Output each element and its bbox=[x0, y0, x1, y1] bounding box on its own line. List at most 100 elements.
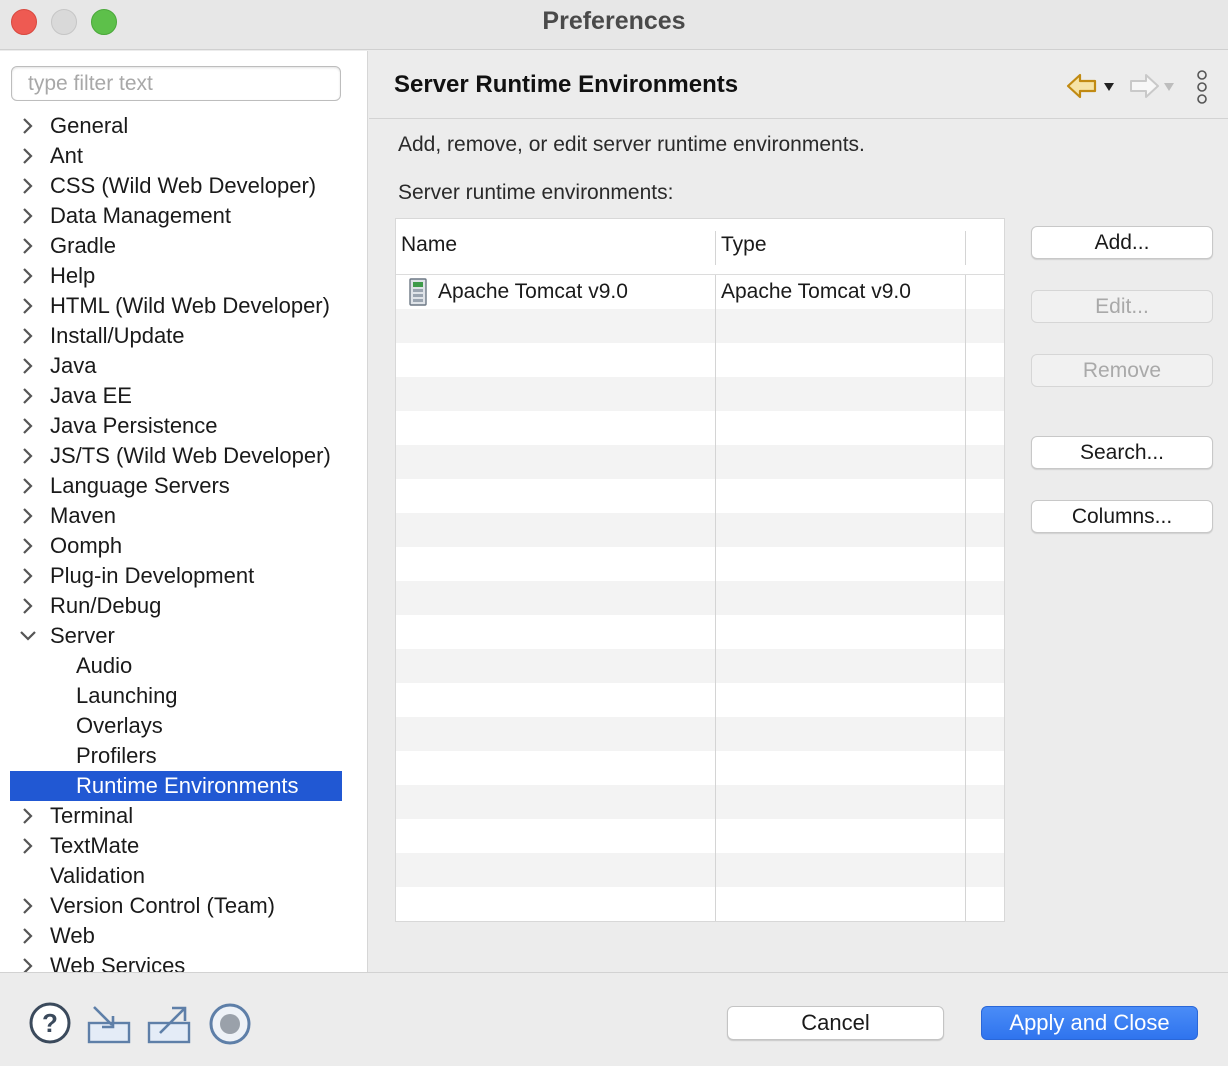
tree-item-data-management[interactable]: Data Management bbox=[0, 201, 343, 231]
tree-item-label: Java EE bbox=[50, 383, 132, 408]
tree-item-validation[interactable]: Validation bbox=[0, 861, 343, 891]
filter-input[interactable] bbox=[11, 66, 341, 101]
chevron-right-icon[interactable] bbox=[18, 831, 38, 861]
chevron-right-icon[interactable] bbox=[18, 591, 38, 621]
tree-item-overlays[interactable]: Overlays bbox=[0, 711, 343, 741]
more-options-icon[interactable] bbox=[1195, 70, 1209, 104]
chevron-right-icon[interactable] bbox=[18, 891, 38, 921]
preferences-tree: General Ant CSS (Wild Web Developer) Data M… bbox=[0, 111, 367, 972]
back-history-dropdown-icon[interactable] bbox=[1103, 82, 1115, 92]
chevron-right-icon[interactable] bbox=[18, 561, 38, 591]
tree-item-terminal[interactable]: Terminal bbox=[0, 801, 343, 831]
table-row bbox=[396, 547, 1004, 581]
chevron-right-icon[interactable] bbox=[18, 411, 38, 441]
tree-item-java-persistence[interactable]: Java Persistence bbox=[0, 411, 343, 441]
column-divider[interactable] bbox=[715, 231, 716, 265]
back-arrow-icon[interactable] bbox=[1066, 71, 1100, 101]
table-row bbox=[396, 411, 1004, 445]
table-row bbox=[396, 649, 1004, 683]
tree-item-server[interactable]: Server bbox=[0, 621, 343, 651]
chevron-right-icon[interactable] bbox=[18, 291, 38, 321]
table-row bbox=[396, 683, 1004, 717]
tree-item-profilers[interactable]: Profilers bbox=[0, 741, 343, 771]
chevron-right-icon[interactable] bbox=[18, 261, 38, 291]
tree-item-web-services[interactable]: Web Services bbox=[0, 951, 343, 972]
chevron-down-icon[interactable] bbox=[18, 621, 38, 651]
chevron-right-icon[interactable] bbox=[18, 351, 38, 381]
table-row bbox=[396, 887, 1004, 921]
tree-item-label: TextMate bbox=[50, 833, 140, 858]
remove-button[interactable]: Remove bbox=[1031, 354, 1213, 387]
tree-item-oomph[interactable]: Oomph bbox=[0, 531, 343, 561]
chevron-right-icon[interactable] bbox=[18, 171, 38, 201]
export-icon[interactable] bbox=[146, 1003, 192, 1045]
runtime-list-label: Server runtime environments: bbox=[398, 181, 674, 204]
chevron-right-icon[interactable] bbox=[18, 141, 38, 171]
tree-item-launching[interactable]: Launching bbox=[0, 681, 343, 711]
add-button[interactable]: Add... bbox=[1031, 226, 1213, 259]
tree-item-label: General bbox=[50, 113, 129, 138]
column-divider[interactable] bbox=[965, 231, 966, 265]
table-row bbox=[396, 615, 1004, 649]
title-bar: Preferences bbox=[0, 0, 1228, 50]
search-button[interactable]: Search... bbox=[1031, 436, 1213, 469]
tree-item-gradle[interactable]: Gradle bbox=[0, 231, 343, 261]
tree-item-plug-in-development[interactable]: Plug-in Development bbox=[0, 561, 343, 591]
runtime-environments-table[interactable]: Name Type Apache Tomcat v9.0 Apache Tomca… bbox=[395, 218, 1005, 922]
dialog-footer: ? Cancel Apply and Close bbox=[0, 972, 1228, 1066]
tree-item-audio[interactable]: Audio bbox=[0, 651, 343, 681]
tree-item-label: Server bbox=[50, 623, 115, 648]
tree-item-help[interactable]: Help bbox=[0, 261, 343, 291]
help-icon[interactable]: ? bbox=[28, 1001, 72, 1045]
tree-item-ant[interactable]: Ant bbox=[0, 141, 343, 171]
tree-item-web[interactable]: Web bbox=[0, 921, 343, 951]
chevron-right-icon[interactable] bbox=[18, 231, 38, 261]
chevron-right-icon[interactable] bbox=[18, 801, 38, 831]
tree-item-textmate[interactable]: TextMate bbox=[0, 831, 343, 861]
record-icon[interactable] bbox=[208, 1002, 252, 1046]
table-row[interactable]: Apache Tomcat v9.0 Apache Tomcat v9.0 bbox=[396, 275, 1004, 309]
tree-item-language-servers[interactable]: Language Servers bbox=[0, 471, 343, 501]
column-header-type[interactable]: Type bbox=[721, 233, 767, 257]
chevron-right-icon[interactable] bbox=[18, 321, 38, 351]
table-row bbox=[396, 309, 1004, 343]
chevron-right-icon[interactable] bbox=[18, 501, 38, 531]
chevron-right-icon[interactable] bbox=[18, 531, 38, 561]
chevron-right-icon[interactable] bbox=[18, 111, 38, 141]
tree-item-label: Validation bbox=[50, 863, 145, 888]
tree-item-html-wild-web-developer[interactable]: HTML (Wild Web Developer) bbox=[0, 291, 343, 321]
tree-item-js-ts-wild-web-developer[interactable]: JS/TS (Wild Web Developer) bbox=[0, 441, 343, 471]
tree-item-runtime-environments[interactable]: Runtime Environments bbox=[10, 771, 342, 801]
tree-item-version-control-team[interactable]: Version Control (Team) bbox=[0, 891, 343, 921]
preference-page: Server Runtime Environments Add, remove,… bbox=[369, 51, 1228, 972]
chevron-right-icon[interactable] bbox=[18, 471, 38, 501]
columns-button[interactable]: Columns... bbox=[1031, 500, 1213, 533]
tree-item-label: Overlays bbox=[76, 713, 163, 738]
import-icon[interactable] bbox=[86, 1003, 132, 1045]
cancel-button[interactable]: Cancel bbox=[727, 1006, 944, 1040]
chevron-right-icon[interactable] bbox=[18, 441, 38, 471]
chevron-right-icon[interactable] bbox=[18, 381, 38, 411]
tree-item-label: HTML (Wild Web Developer) bbox=[50, 293, 330, 318]
tree-item-java-ee[interactable]: Java EE bbox=[0, 381, 343, 411]
tree-item-css-wild-web-developer[interactable]: CSS (Wild Web Developer) bbox=[0, 171, 343, 201]
tree-item-general[interactable]: General bbox=[0, 111, 343, 141]
tree-item-install-update[interactable]: Install/Update bbox=[0, 321, 343, 351]
svg-text:?: ? bbox=[42, 1008, 58, 1038]
column-header-name[interactable]: Name bbox=[401, 233, 457, 257]
apply-and-close-button[interactable]: Apply and Close bbox=[981, 1006, 1198, 1040]
tree-item-run-debug[interactable]: Run/Debug bbox=[0, 591, 343, 621]
tree-item-java[interactable]: Java bbox=[0, 351, 343, 381]
tree-item-label: Install/Update bbox=[50, 323, 185, 348]
tree-item-label: Language Servers bbox=[50, 473, 230, 498]
forward-history-dropdown-icon[interactable] bbox=[1163, 82, 1175, 92]
tree-item-label: Java Persistence bbox=[50, 413, 218, 438]
tree-item-maven[interactable]: Maven bbox=[0, 501, 343, 531]
chevron-right-icon[interactable] bbox=[18, 201, 38, 231]
chevron-right-icon[interactable] bbox=[18, 921, 38, 951]
edit-button[interactable]: Edit... bbox=[1031, 290, 1213, 323]
tree-item-label: Launching bbox=[76, 683, 178, 708]
tree-item-label: Audio bbox=[76, 653, 133, 678]
forward-arrow-icon[interactable] bbox=[1126, 71, 1160, 101]
chevron-right-icon[interactable] bbox=[18, 951, 38, 972]
